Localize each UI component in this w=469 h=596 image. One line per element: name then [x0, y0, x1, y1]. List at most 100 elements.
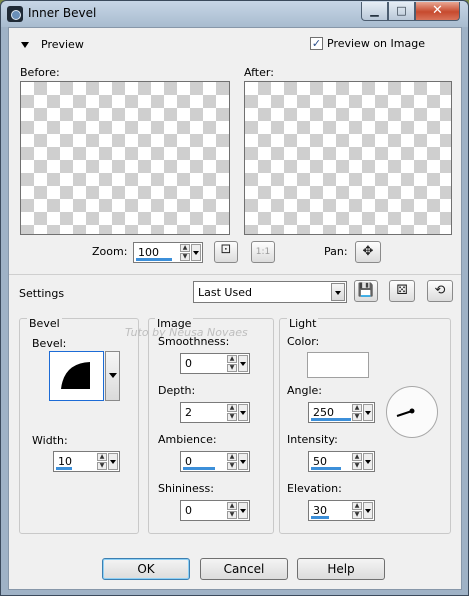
randomize-button[interactable]: ⚄	[389, 280, 415, 302]
bevel-shape-icon	[61, 362, 90, 389]
ambience-level-bar	[183, 467, 215, 470]
chevron-down-icon[interactable]	[331, 283, 345, 301]
before-label: Before:	[20, 66, 60, 79]
width-spin-arrows[interactable]: ▲ ▼	[97, 453, 107, 470]
bevel-shape-picker[interactable]	[49, 351, 104, 401]
spin-down-icon[interactable]: ▼	[227, 462, 237, 470]
angle-dropdown-icon[interactable]	[363, 404, 373, 421]
intensity-spin-arrows[interactable]: ▲ ▼	[352, 453, 362, 470]
spin-down-icon[interactable]: ▼	[227, 364, 237, 372]
smoothness-value: 0	[185, 357, 192, 370]
light-color-swatch[interactable]	[307, 352, 369, 378]
spin-down-icon[interactable]: ▼	[352, 462, 362, 470]
shininess-spin-arrows[interactable]: ▲ ▼	[227, 502, 237, 519]
ambience-spin-arrows[interactable]: ▲ ▼	[227, 453, 237, 470]
preset-dropdown[interactable]: Last Used	[193, 281, 347, 303]
intensity-level-bar	[311, 467, 341, 470]
minimize-button[interactable]: ▁	[361, 2, 388, 21]
ambience-dropdown-icon[interactable]	[238, 453, 248, 470]
smoothness-label: Smoothness:	[158, 335, 230, 348]
after-preview[interactable]	[244, 81, 452, 235]
bevel-dropdown-button[interactable]	[105, 351, 120, 401]
close-button[interactable]: ✕	[415, 2, 460, 21]
width-dropdown-icon[interactable]	[108, 453, 118, 470]
maximize-button[interactable]: □	[388, 2, 415, 21]
reset-button[interactable]: ⟲	[427, 280, 453, 302]
angle-label: Angle:	[287, 384, 323, 397]
zoom-spin-arrows[interactable]: ▲ ▼	[180, 244, 190, 261]
depth-dropdown-icon[interactable]	[238, 404, 248, 421]
spin-down-icon[interactable]: ▼	[97, 462, 107, 470]
actual-size-button[interactable]: 1:1	[251, 241, 275, 263]
bevel-label: Bevel:	[32, 337, 67, 350]
elevation-level-bar	[311, 516, 329, 519]
smoothness-dropdown-icon[interactable]	[238, 355, 248, 372]
before-preview[interactable]	[20, 81, 230, 235]
angle-spin-arrows[interactable]: ▲ ▼	[352, 404, 362, 421]
elevation-dropdown-icon[interactable]	[363, 502, 373, 519]
chevron-down-icon	[109, 373, 117, 378]
settings-label: Settings	[19, 287, 65, 300]
smoothness-spin-arrows[interactable]: ▲ ▼	[227, 355, 237, 372]
depth-value: 2	[185, 406, 192, 419]
angle-dial-needle-icon	[396, 408, 415, 417]
app-icon	[7, 6, 23, 22]
preview-on-image-label: Preview on Image	[327, 37, 425, 50]
intensity-label: Intensity:	[287, 433, 338, 446]
zoom-level-bar	[136, 258, 172, 261]
ambience-label: Ambience:	[158, 433, 217, 446]
smoothness-stepper[interactable]: 0 ▲ ▼	[180, 353, 250, 374]
collapse-preview-icon[interactable]	[21, 42, 29, 48]
spin-down-icon[interactable]: ▼	[227, 511, 237, 519]
separator	[9, 274, 461, 275]
bevel-group-label: Bevel	[27, 317, 62, 330]
spin-up-icon[interactable]: ▲	[227, 355, 237, 363]
spin-up-icon[interactable]: ▲	[180, 244, 190, 252]
angle-level-bar	[311, 418, 351, 421]
zoom-label: Zoom:	[92, 245, 128, 258]
spin-down-icon[interactable]: ▼	[352, 413, 362, 421]
depth-stepper[interactable]: 2 ▲ ▼	[180, 402, 250, 423]
light-group-label: Light	[287, 317, 319, 330]
ok-button[interactable]: OK	[102, 558, 190, 580]
help-button[interactable]: Help	[297, 558, 385, 580]
spin-up-icon[interactable]: ▲	[227, 502, 237, 510]
spin-up-icon[interactable]: ▲	[97, 453, 107, 461]
angle-dial[interactable]	[386, 386, 438, 438]
dialog-window: Inner Bevel ▁ □ ✕ Preview ✓ Preview on I…	[0, 0, 469, 596]
ambience-stepper[interactable]: 0 ▲ ▼	[180, 451, 250, 472]
shininess-value: 0	[185, 504, 192, 517]
color-label: Color:	[287, 335, 320, 348]
zoom-to-fit-button[interactable]: ⊡	[214, 241, 238, 263]
width-stepper[interactable]: 10 ▲ ▼	[53, 451, 120, 472]
elevation-spin-arrows[interactable]: ▲ ▼	[352, 502, 362, 519]
intensity-dropdown-icon[interactable]	[363, 453, 373, 470]
zoom-stepper[interactable]: 100 ▲ ▼	[133, 242, 203, 263]
after-label: After:	[244, 66, 274, 79]
zoom-dropdown-icon[interactable]	[191, 244, 201, 261]
spin-down-icon[interactable]: ▼	[352, 511, 362, 519]
preview-on-image-checkbox[interactable]: ✓	[310, 37, 323, 50]
depth-spin-arrows[interactable]: ▲ ▼	[227, 404, 237, 421]
spin-up-icon[interactable]: ▲	[227, 453, 237, 461]
pan-button[interactable]: ✥	[355, 241, 381, 263]
preset-value: Last Used	[198, 286, 252, 299]
spin-down-icon[interactable]: ▼	[180, 253, 190, 261]
cancel-button[interactable]: Cancel	[200, 558, 288, 580]
spin-up-icon[interactable]: ▲	[352, 453, 362, 461]
shininess-label: Shininess:	[158, 482, 214, 495]
shininess-stepper[interactable]: 0 ▲ ▼	[180, 500, 250, 521]
elevation-stepper[interactable]: 30 ▲ ▼	[308, 500, 375, 521]
spin-up-icon[interactable]: ▲	[352, 502, 362, 510]
spin-down-icon[interactable]: ▼	[227, 413, 237, 421]
spin-up-icon[interactable]: ▲	[227, 404, 237, 412]
depth-label: Depth:	[158, 384, 196, 397]
pan-label: Pan:	[324, 245, 348, 258]
shininess-dropdown-icon[interactable]	[238, 502, 248, 519]
angle-stepper[interactable]: 250 ▲ ▼	[308, 402, 375, 423]
save-preset-button[interactable]: 💾	[354, 280, 378, 302]
spin-up-icon[interactable]: ▲	[352, 404, 362, 412]
title-bar[interactable]: Inner Bevel ▁ □ ✕	[1, 1, 468, 27]
intensity-stepper[interactable]: 50 ▲ ▼	[308, 451, 375, 472]
elevation-label: Elevation:	[287, 482, 342, 495]
